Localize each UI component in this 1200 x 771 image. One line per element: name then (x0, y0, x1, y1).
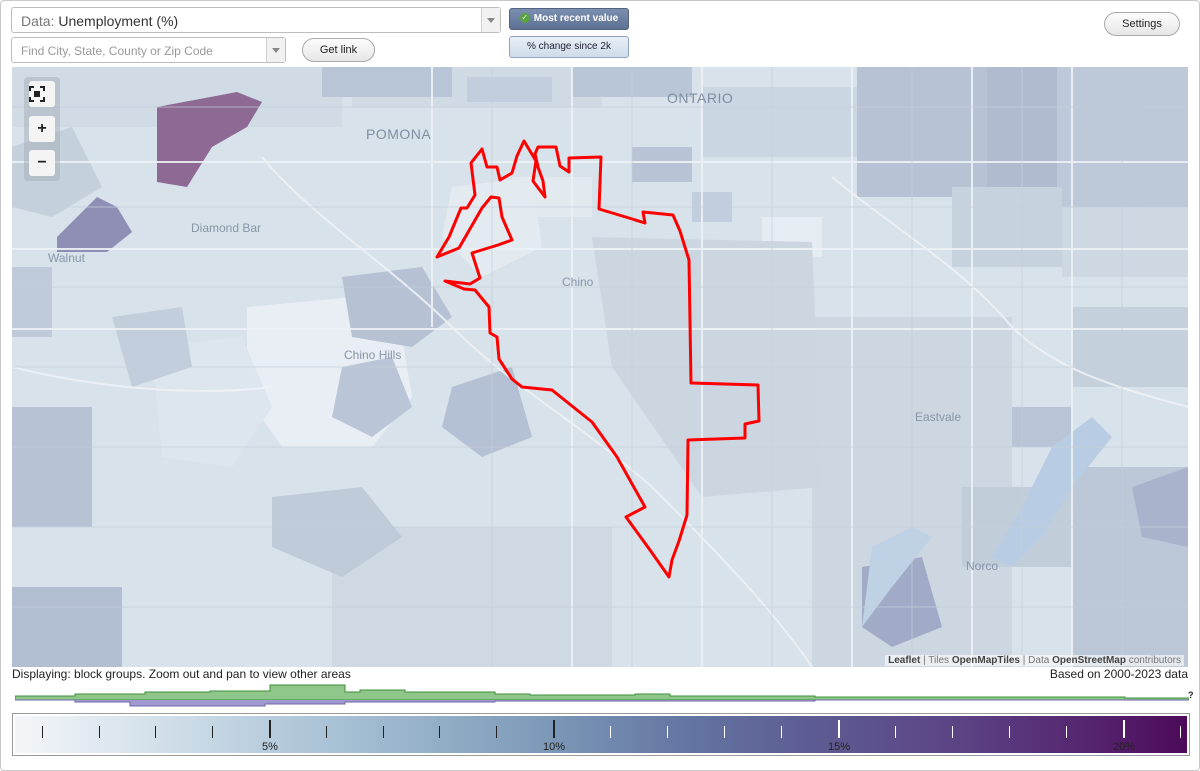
most-recent-label: Most recent value (533, 13, 619, 24)
map-label-diamond-bar: Diamond Bar (191, 221, 262, 235)
check-icon: ✓ (519, 13, 530, 24)
data-select-value: Unemployment (%) (58, 13, 179, 29)
choropleth-map[interactable]: ONTARIO POMONA Diamond Bar Walnut Chino … (12, 67, 1188, 667)
legend-label-20: 20% (1112, 741, 1136, 753)
map-label-eastvale: Eastvale (915, 410, 962, 424)
legend-label-15: 15% (827, 741, 851, 753)
settings-button[interactable]: Settings (1104, 12, 1180, 36)
map-tiles (12, 67, 1188, 667)
data-range-note: Based on 2000-2023 data (1049, 667, 1188, 681)
data-select[interactable]: Data: Unemployment (%) (11, 7, 501, 33)
histogram (15, 684, 1189, 707)
legend-gradient: 5% 10% 15% 20% (15, 716, 1187, 753)
attribution-osm-link[interactable]: OpenStreetMap (1052, 655, 1126, 666)
legend-label-5: 5% (262, 741, 278, 753)
fit-bounds-button[interactable] (29, 81, 55, 107)
attribution-leaflet-link[interactable]: Leaflet (888, 655, 920, 666)
legend-label-10: 10% (542, 741, 566, 753)
location-search-input[interactable]: Find City, State, County or Zip Code (11, 37, 286, 63)
map-label-walnut: Walnut (48, 251, 85, 265)
get-link-button[interactable]: Get link (302, 38, 375, 62)
most-recent-value-toggle[interactable]: ✓ Most recent value (509, 8, 629, 30)
zoom-out-button[interactable]: − (29, 150, 55, 176)
zoom-control: + − (24, 77, 60, 181)
chevron-down-icon[interactable] (481, 8, 500, 32)
zoom-in-button[interactable]: + (29, 116, 55, 142)
color-legend: 5% 10% 15% 20% (12, 713, 1190, 756)
map-label-norco: Norco (966, 559, 999, 573)
map-label-pomona: POMONA (366, 126, 432, 142)
attribution-tiles-link[interactable]: OpenMapTiles (952, 655, 1020, 666)
map-label-chino-hills: Chino Hills (344, 348, 402, 362)
chevron-down-icon[interactable] (266, 38, 285, 62)
pct-change-toggle[interactable]: % change since 2k (509, 36, 629, 58)
histogram-help-icon[interactable]: ? (1188, 690, 1194, 700)
search-placeholder: Find City, State, County or Zip Code (21, 44, 213, 58)
map-label-chino: Chino (562, 275, 594, 289)
map-attribution: Leaflet | Tiles OpenMapTiles | Data Open… (885, 655, 1184, 666)
fit-bounds-icon (29, 86, 45, 102)
map-label-ontario: ONTARIO (667, 90, 734, 106)
data-select-label: Data: (21, 13, 55, 29)
display-status: Displaying: block groups. Zoom out and p… (12, 667, 351, 681)
